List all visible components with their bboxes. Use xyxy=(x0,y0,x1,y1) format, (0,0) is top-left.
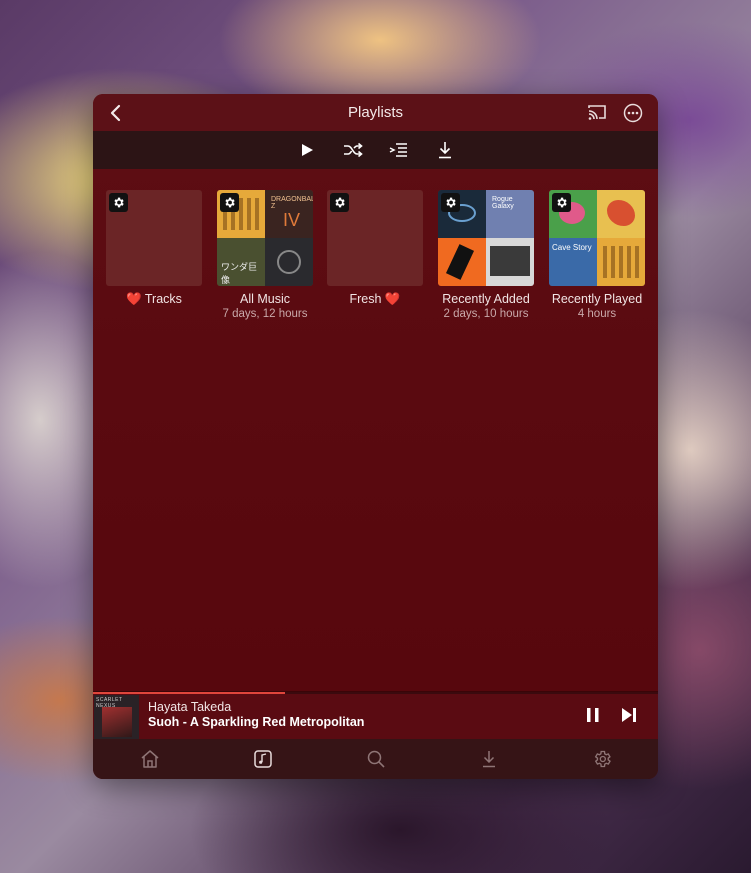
pause-button[interactable] xyxy=(584,706,602,724)
add-to-queue-button[interactable] xyxy=(388,139,410,161)
playlist-duration: 7 days, 12 hours xyxy=(222,308,308,320)
album-art xyxy=(438,238,486,286)
album-art: DRAGONBALL Z IV xyxy=(265,190,313,238)
app-window: Playlists ❤️ Tracks DRAGONBA Z IV ワンダ巨像 … xyxy=(93,94,658,779)
play-all-button[interactable] xyxy=(296,139,318,161)
download-icon xyxy=(482,751,495,768)
playback-progress[interactable] xyxy=(93,692,658,694)
playlist-duration: 4 hours xyxy=(577,308,617,320)
gear-icon xyxy=(594,750,611,768)
tab-library[interactable] xyxy=(206,739,319,779)
back-button[interactable] xyxy=(105,102,127,124)
playlist-cover: DRAGONBALL Z IV ワンダ巨像 xyxy=(217,190,313,286)
now-playing-title: Suoh - A Sparkling Red Metropolitan xyxy=(148,715,365,729)
more-options-button[interactable] xyxy=(622,102,644,124)
shuffle-button[interactable] xyxy=(342,139,364,161)
now-playing-artwork: SCARLET NEXUS xyxy=(94,695,139,739)
download-button[interactable] xyxy=(434,139,456,161)
download-icon xyxy=(438,142,451,159)
title-bar: Playlists xyxy=(93,94,658,131)
playlist-tile[interactable]: Rogue Galaxy Recently Added 2 days, 10 h… xyxy=(438,190,534,320)
queue-add-icon xyxy=(389,143,407,157)
airplay-icon xyxy=(588,105,606,120)
playlist-cover: Rogue Galaxy xyxy=(438,190,534,286)
now-playing-bar[interactable]: SCARLET NEXUS Hayata Takeda Suoh - A Spa… xyxy=(93,691,658,739)
album-art xyxy=(265,238,313,286)
gear-icon xyxy=(220,193,239,212)
playback-progress-fill xyxy=(93,692,286,694)
gear-icon xyxy=(441,193,460,212)
music-note-icon xyxy=(253,750,272,768)
tab-settings[interactable] xyxy=(545,739,658,779)
playlist-title: All Music xyxy=(239,292,290,306)
now-playing-artist: Hayata Takeda xyxy=(148,700,232,714)
playlist-cover: Cave Story xyxy=(549,190,645,286)
search-icon xyxy=(367,750,385,768)
play-icon xyxy=(301,144,313,156)
playlist-tile[interactable]: Cave Story Recently Played 4 hours xyxy=(549,190,645,320)
tab-downloads[interactable] xyxy=(432,739,545,779)
gear-icon xyxy=(552,193,571,212)
playlist-title: Recently Added xyxy=(442,292,530,306)
tab-bar xyxy=(93,739,658,779)
playlist-title: ❤️ Tracks xyxy=(126,292,182,306)
playlist-title: Recently Played xyxy=(551,292,643,306)
shuffle-icon xyxy=(343,142,363,158)
album-art xyxy=(597,190,645,238)
skip-forward-icon xyxy=(622,708,636,722)
playlist-tile[interactable]: DRAGONBALL Z IV ワンダ巨像 All Music 7 days, … xyxy=(217,190,313,320)
album-art: ワンダ巨像 xyxy=(217,238,265,286)
next-track-button[interactable] xyxy=(620,706,638,724)
pause-icon xyxy=(587,708,599,722)
playlist-title: Fresh ❤️ xyxy=(349,292,401,306)
home-icon xyxy=(141,750,158,768)
tab-home[interactable] xyxy=(93,739,206,779)
album-art: Rogue Galaxy xyxy=(486,190,534,238)
album-art xyxy=(597,238,645,286)
playlist-cover xyxy=(106,190,202,286)
chevron-left-icon xyxy=(110,104,121,122)
playlist-tile[interactable]: ❤️ Tracks xyxy=(106,190,202,307)
playlist-toolbar xyxy=(93,131,658,169)
ellipsis-circle-icon xyxy=(623,103,643,123)
playlist-duration: 2 days, 10 hours xyxy=(443,308,529,320)
gear-icon xyxy=(330,193,349,212)
playlist-cover xyxy=(327,190,423,286)
album-art xyxy=(486,238,534,286)
playlist-tile[interactable]: Fresh ❤️ xyxy=(327,190,423,307)
gear-icon xyxy=(109,193,128,212)
album-art: Cave Story xyxy=(549,238,597,286)
tab-search[interactable] xyxy=(319,739,432,779)
cast-button[interactable] xyxy=(586,102,608,124)
page-title: Playlists xyxy=(347,104,403,121)
